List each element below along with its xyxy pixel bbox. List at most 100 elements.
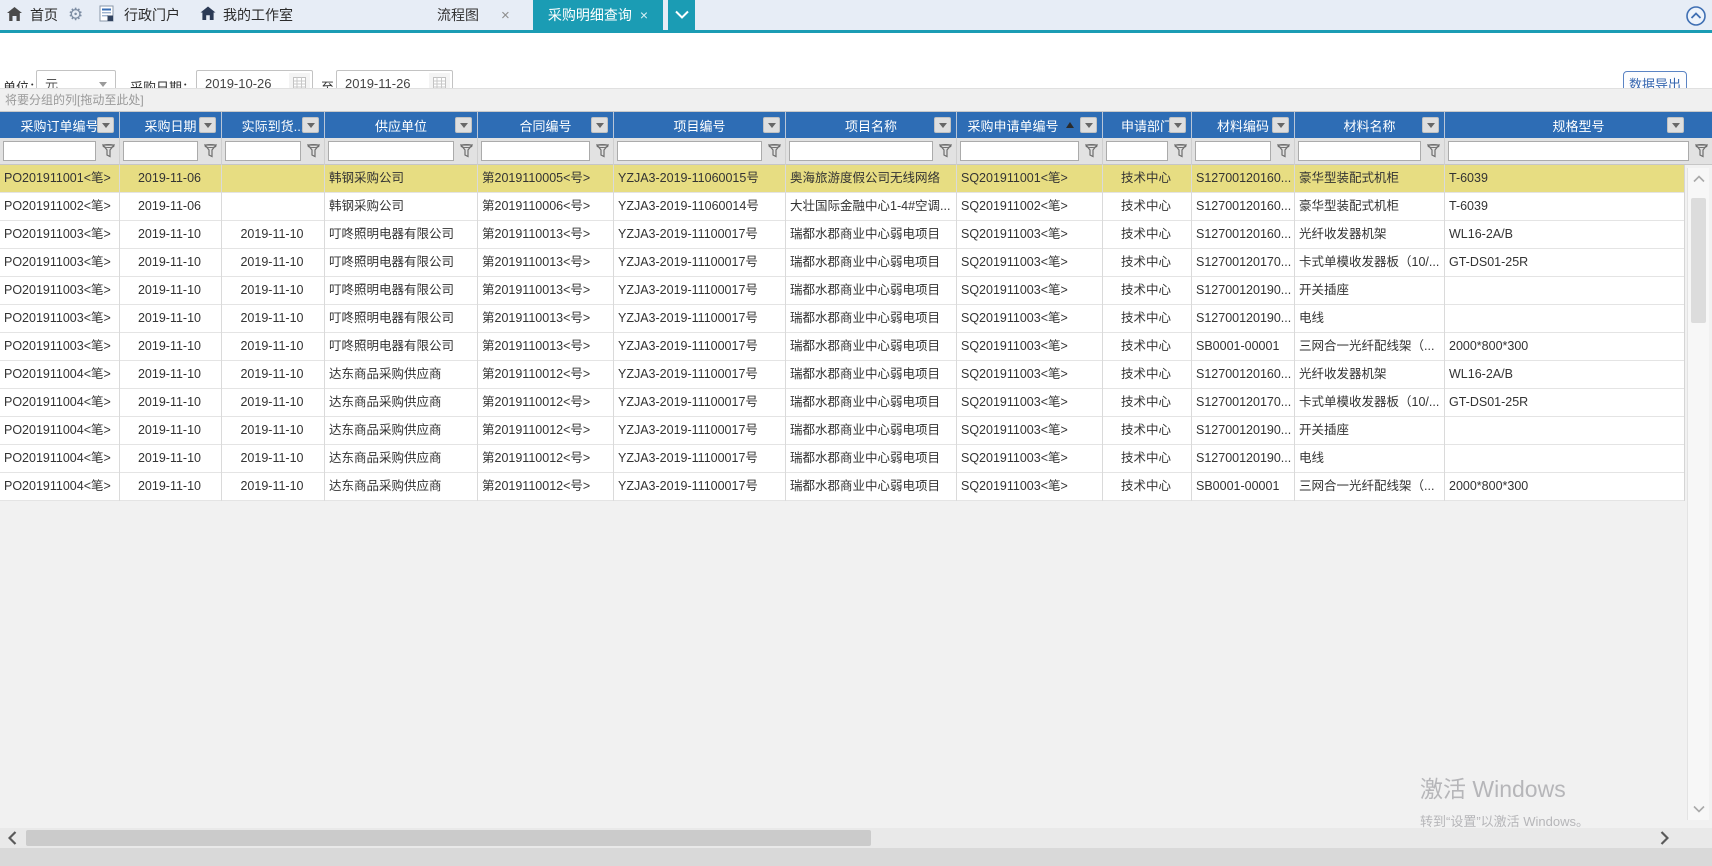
vertical-scroll-thumb[interactable] [1691, 198, 1706, 323]
chevron-down-icon [939, 123, 947, 128]
column-header[interactable]: 申请部门 [1103, 112, 1192, 138]
column-filter-input[interactable] [1298, 141, 1421, 161]
column-header[interactable]: 采购申请单编号 [957, 112, 1103, 138]
column-menu-button[interactable] [199, 117, 216, 133]
gear-icon[interactable]: ⚙ [68, 0, 83, 30]
table-row[interactable]: PO201911003<笔>2019-11-102019-11-10叮咚照明电器… [0, 277, 1685, 305]
table-cell: 达东商品采购供应商 [325, 389, 478, 417]
table-cell: 2019-11-10 [222, 333, 325, 361]
table-cell: 第2019110013<号> [478, 305, 614, 333]
group-drop-zone[interactable]: 将要分组的列[拖动至此处] [0, 88, 1712, 112]
column-header[interactable]: 材料编码 [1192, 112, 1295, 138]
column-menu-button[interactable] [1422, 117, 1439, 133]
table-cell: 瑞都水郡商业中心弱电项目 [786, 277, 957, 305]
scroll-down-icon[interactable] [1688, 798, 1710, 820]
table-cell: SQ201911003<笔> [957, 417, 1103, 445]
table-cell: YZJA3-2019-11100017号 [614, 417, 786, 445]
table-row[interactable]: PO201911003<笔>2019-11-102019-11-10叮咚照明电器… [0, 221, 1685, 249]
filter-icon[interactable] [1427, 144, 1440, 163]
collapse-up-icon[interactable] [1686, 6, 1706, 26]
column-menu-button[interactable] [934, 117, 951, 133]
filter-icon[interactable] [102, 144, 115, 163]
home-icon [6, 6, 23, 25]
filter-icon[interactable] [1085, 144, 1098, 163]
table-cell: 叮咚照明电器有限公司 [325, 249, 478, 277]
table-cell: YZJA3-2019-11100017号 [614, 361, 786, 389]
close-icon[interactable]: × [501, 7, 510, 24]
table-row[interactable]: PO201911004<笔>2019-11-102019-11-10达东商品采购… [0, 417, 1685, 445]
column-header[interactable]: 项目名称 [786, 112, 957, 138]
table-row[interactable]: PO201911003<笔>2019-11-102019-11-10叮咚照明电器… [0, 333, 1685, 361]
filter-icon[interactable] [307, 144, 320, 163]
table-cell: 2019-11-10 [120, 445, 222, 473]
table-cell: PO201911001<笔> [0, 165, 120, 193]
table-row[interactable]: PO201911004<笔>2019-11-102019-11-10达东商品采购… [0, 445, 1685, 473]
tab-flow-chart[interactable]: 流程图 × [437, 0, 510, 30]
column-header[interactable]: 实际到货... [222, 112, 325, 138]
column-filter-input[interactable] [328, 141, 454, 161]
scroll-up-icon[interactable] [1688, 168, 1710, 190]
table-cell: 瑞都水郡商业中心弱电项目 [786, 445, 957, 473]
table-cell: 第2019110013<号> [478, 333, 614, 361]
table-row[interactable]: PO201911003<笔>2019-11-102019-11-10叮咚照明电器… [0, 305, 1685, 333]
table-cell: 2019-11-10 [222, 221, 325, 249]
column-header-label: 申请部门 [1121, 116, 1173, 135]
column-filter-input[interactable] [481, 141, 590, 161]
nav-item-home[interactable]: 首页 [6, 0, 58, 30]
column-filter-input[interactable] [225, 141, 301, 161]
table-row[interactable]: PO201911002<笔>2019-11-06韩钢采购公司第201911000… [0, 193, 1685, 221]
scroll-right-icon[interactable] [1652, 828, 1676, 848]
filter-icon[interactable] [939, 144, 952, 163]
column-filter-input[interactable] [960, 141, 1079, 161]
table-cell: 奥海旅游度假公司无线网络 [786, 165, 957, 193]
filter-icon[interactable] [460, 144, 473, 163]
filter-icon[interactable] [596, 144, 609, 163]
table-row[interactable]: PO201911004<笔>2019-11-102019-11-10达东商品采购… [0, 361, 1685, 389]
nav-item-workspace[interactable]: 我的工作室 [200, 0, 293, 30]
tab-list-dropdown-button[interactable] [668, 0, 695, 30]
column-header[interactable]: 供应单位 [325, 112, 478, 138]
filter-icon[interactable] [1277, 144, 1290, 163]
column-header[interactable]: 采购日期 [120, 112, 222, 138]
column-menu-button[interactable] [302, 117, 319, 133]
column-filter-input[interactable] [123, 141, 198, 161]
vertical-scrollbar[interactable] [1687, 168, 1709, 820]
column-menu-button[interactable] [1080, 117, 1097, 133]
table-cell: 达东商品采购供应商 [325, 445, 478, 473]
column-menu-button[interactable] [97, 117, 114, 133]
column-menu-button[interactable] [1169, 117, 1186, 133]
column-filter-input[interactable] [617, 141, 762, 161]
column-menu-button[interactable] [1667, 117, 1684, 133]
filter-icon[interactable] [204, 144, 217, 163]
table-cell: 韩钢采购公司 [325, 165, 478, 193]
column-filter-input[interactable] [789, 141, 933, 161]
nav-item-portal[interactable]: 行政门户 [99, 0, 180, 30]
table-row[interactable]: PO201911001<笔>2019-11-06韩钢采购公司第201911000… [0, 165, 1685, 193]
column-filter-input[interactable] [1106, 141, 1168, 161]
column-filter-input[interactable] [3, 141, 96, 161]
watermark-line2: 转到“设置”以激活 Windows。 [1420, 811, 1589, 830]
table-cell [222, 165, 325, 193]
column-header[interactable]: 规格型号 [1445, 112, 1712, 138]
column-menu-button[interactable] [1272, 117, 1289, 133]
filter-icon[interactable] [1695, 144, 1708, 163]
column-header[interactable]: 采购订单编号 [0, 112, 120, 138]
column-menu-button[interactable] [455, 117, 472, 133]
column-header[interactable]: 合同编号 [478, 112, 614, 138]
column-menu-button[interactable] [591, 117, 608, 133]
column-menu-button[interactable] [763, 117, 780, 133]
table-row[interactable]: PO201911004<笔>2019-11-102019-11-10达东商品采购… [0, 389, 1685, 417]
filter-icon[interactable] [1174, 144, 1187, 163]
column-filter-input[interactable] [1448, 141, 1689, 161]
filter-icon[interactable] [768, 144, 781, 163]
horizontal-scrollbar[interactable] [0, 828, 1712, 848]
column-filter-input[interactable] [1195, 141, 1271, 161]
column-header[interactable]: 材料名称 [1295, 112, 1445, 138]
horizontal-scroll-thumb[interactable] [26, 830, 871, 846]
close-icon[interactable]: × [640, 7, 648, 23]
column-header[interactable]: 项目编号 [614, 112, 786, 138]
tab-purchase-detail-query[interactable]: 采购明细查询 × [533, 0, 663, 30]
scroll-left-icon[interactable] [0, 828, 24, 848]
table-row[interactable]: PO201911003<笔>2019-11-102019-11-10叮咚照明电器… [0, 249, 1685, 277]
table-row[interactable]: PO201911004<笔>2019-11-102019-11-10达东商品采购… [0, 473, 1685, 501]
